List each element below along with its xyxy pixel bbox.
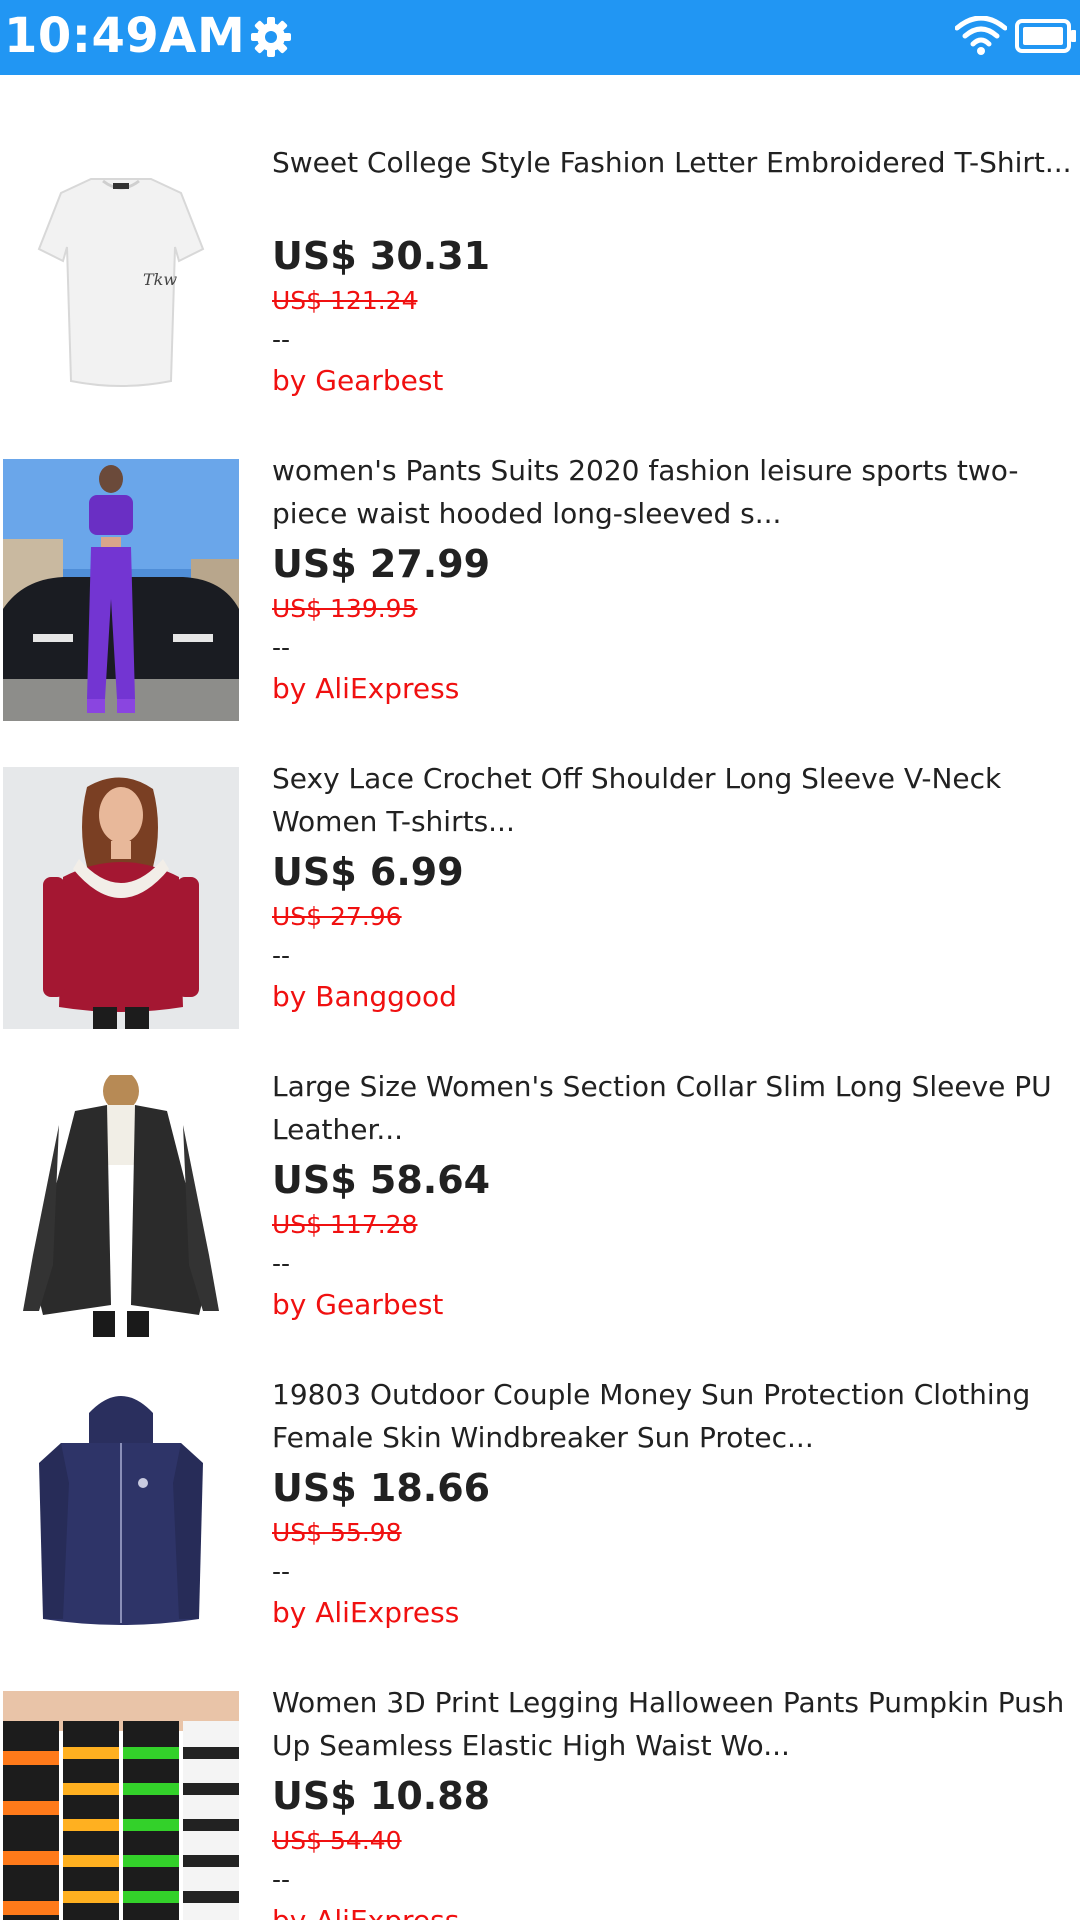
battery-icon: [1015, 19, 1076, 53]
product-price: US$ 6.99: [272, 850, 464, 894]
status-time: 10:49AM: [4, 8, 246, 64]
product-item[interactable]: Women 3D Print Legging Halloween Pants P…: [0, 1615, 1080, 1920]
product-title[interactable]: 19803 Outdoor Couple Money Sun Protectio…: [272, 1373, 1080, 1459]
product-item[interactable]: Tkw Sweet College Style Fashion Letter E…: [0, 75, 1080, 413]
product-rating: --: [272, 325, 291, 354]
product-title[interactable]: Sexy Lace Crochet Off Shoulder Long Slee…: [272, 757, 1080, 843]
product-old-price: US$ 121.24: [272, 286, 418, 315]
product-price: US$ 30.31: [272, 234, 491, 278]
product-vendor: by AliExpress: [272, 1899, 1080, 1920]
product-old-price: US$ 139.95: [272, 594, 418, 623]
product-rating: --: [272, 941, 291, 970]
product-image[interactable]: [3, 767, 239, 1029]
product-price: US$ 58.64: [272, 1158, 491, 1202]
product-item[interactable]: Large Size Women's Section Collar Slim L…: [0, 999, 1080, 1337]
product-rating: --: [272, 1557, 291, 1586]
product-item[interactable]: women's Pants Suits 2020 fashion leisure…: [0, 383, 1080, 721]
product-old-price: US$ 54.40: [272, 1826, 402, 1855]
product-price: US$ 18.66: [272, 1466, 491, 1510]
product-list[interactable]: Tkw Sweet College Style Fashion Letter E…: [0, 75, 1080, 1920]
product-title[interactable]: women's Pants Suits 2020 fashion leisure…: [272, 449, 1080, 535]
product-image[interactable]: [3, 1691, 239, 1920]
wifi-icon: [955, 16, 1007, 55]
product-item[interactable]: 19803 Outdoor Couple Money Sun Protectio…: [0, 1307, 1080, 1645]
product-old-price: US$ 55.98: [272, 1518, 402, 1547]
product-image[interactable]: [3, 1383, 239, 1645]
svg-text:Tkw: Tkw: [143, 270, 177, 289]
product-image[interactable]: Tkw: [3, 151, 239, 413]
product-price: US$ 10.88: [272, 1774, 491, 1818]
status-bar: 10:49AM: [0, 0, 1080, 75]
product-image[interactable]: [3, 1075, 239, 1337]
product-old-price: US$ 27.96: [272, 902, 402, 931]
product-title[interactable]: Large Size Women's Section Collar Slim L…: [272, 1065, 1080, 1151]
product-image[interactable]: [3, 459, 239, 721]
gear-icon: [251, 17, 291, 57]
product-item[interactable]: Sexy Lace Crochet Off Shoulder Long Slee…: [0, 691, 1080, 1029]
product-title[interactable]: Women 3D Print Legging Halloween Pants P…: [272, 1681, 1080, 1767]
product-rating: --: [272, 1249, 291, 1278]
product-old-price: US$ 117.28: [272, 1210, 418, 1239]
product-rating: --: [272, 1865, 291, 1894]
product-title[interactable]: Sweet College Style Fashion Letter Embro…: [272, 141, 1080, 227]
product-price: US$ 27.99: [272, 542, 491, 586]
product-rating: --: [272, 633, 291, 662]
